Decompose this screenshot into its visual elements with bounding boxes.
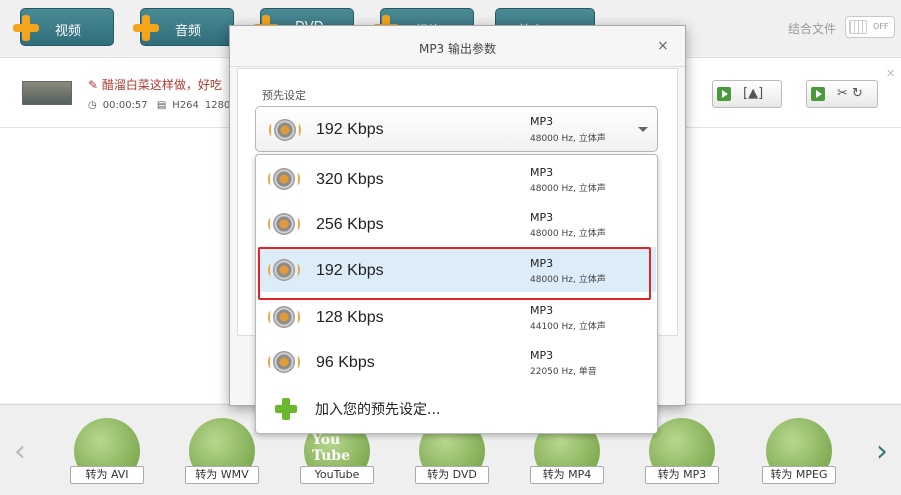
preset-option-320[interactable]: 320 Kbps MP3 48000 Hz, 立体声 xyxy=(257,157,656,202)
option-bitrate: 192 Kbps xyxy=(316,262,384,279)
add-audio-button[interactable]: 音频 xyxy=(133,8,234,46)
preset-option-192[interactable]: 192 Kbps MP3 48000 Hz, 立体声 xyxy=(257,247,656,300)
toggle-state: OFF xyxy=(873,22,889,31)
option-bitrate: 320 Kbps xyxy=(316,171,384,188)
option-bitrate: 96 Kbps xyxy=(316,354,375,371)
preset-option-96[interactable]: 96 Kbps MP3 22050 Hz, 单音 xyxy=(257,340,656,385)
convert-dvd-label: 转为 DVD xyxy=(415,466,489,484)
clock-icon: ◷ xyxy=(88,100,97,111)
speaker-icon xyxy=(268,259,300,281)
toggle-grip xyxy=(849,20,867,34)
convert-avi-button[interactable]: 转为 AVI xyxy=(70,418,146,486)
preset-option-256[interactable]: 256 Kbps MP3 48000 Hz, 立体声 xyxy=(257,202,656,247)
option-sample-rate: 48000 Hz, 立体声 xyxy=(530,275,606,285)
dialog-title: MP3 输出参数 xyxy=(418,42,497,56)
file-title[interactable]: ✎ 醋溜白菜这样做，好吃 xyxy=(88,76,222,93)
dialog-divider xyxy=(230,66,685,67)
convert-wmv-label: 转为 WMV xyxy=(185,466,259,484)
plus-icon xyxy=(13,15,39,41)
scroll-right-arrow-icon[interactable]: › xyxy=(876,434,888,469)
convert-mpeg-button[interactable]: 转为 MPEG xyxy=(762,418,838,486)
chevron-down-icon xyxy=(638,127,648,132)
option-format: MP3 xyxy=(530,257,554,270)
scissors-icon: ✂ ↻ xyxy=(837,86,863,101)
option-sample-rate: 48000 Hz, 立体声 xyxy=(530,229,606,239)
youtube-logo-text: You Tube xyxy=(312,432,351,464)
option-bitrate: 256 Kbps xyxy=(316,216,384,233)
speaker-icon xyxy=(269,119,301,141)
scroll-left-arrow-icon[interactable]: ‹ xyxy=(14,434,26,469)
file-duration: 00:00:57 xyxy=(102,100,148,111)
option-sample-rate: 22050 Hz, 单音 xyxy=(530,367,597,377)
speaker-icon xyxy=(268,213,300,235)
convert-mp4-label: 转为 MP4 xyxy=(530,466,604,484)
add-video-button[interactable]: 视频 xyxy=(13,8,114,46)
edit-button[interactable]: ✂ ↻ xyxy=(806,80,878,108)
video-thumbnail xyxy=(22,81,72,105)
join-files-toggle[interactable]: OFF xyxy=(845,16,895,38)
speaker-icon xyxy=(268,306,300,328)
join-files-label: 结合文件 xyxy=(788,22,837,36)
convert-mp3-label: 转为 MP3 xyxy=(645,466,719,484)
option-sample-rate: 44100 Hz, 立体声 xyxy=(530,322,606,332)
speaker-icon xyxy=(268,351,300,373)
convert-mpeg-label: 转为 MPEG xyxy=(762,466,836,484)
add-video-label: 视频 xyxy=(55,24,82,39)
file-meta: ◷ 00:00:57 ▤ H264 1280x xyxy=(88,100,242,111)
file-name: 醋溜白菜这样做，好吃 xyxy=(101,78,222,92)
convert-avi-label: 转为 AVI xyxy=(70,466,144,484)
preset-list: 320 Kbps MP3 48000 Hz, 立体声 256 Kbps MP3 … xyxy=(255,154,658,434)
watermark-button[interactable]: [▲] xyxy=(712,80,782,108)
selected-sample-rate: 48000 Hz, 立体声 xyxy=(530,134,606,144)
selected-format: MP3 xyxy=(530,115,554,128)
preset-option-128[interactable]: 128 Kbps MP3 44100 Hz, 立体声 xyxy=(257,295,656,340)
option-format: MP3 xyxy=(530,211,554,224)
option-sample-rate: 48000 Hz, 立体声 xyxy=(530,184,606,194)
close-icon[interactable]: × xyxy=(657,38,669,54)
option-format: MP3 xyxy=(530,304,554,317)
film-icon: ▤ xyxy=(156,100,167,111)
add-preset-label: 加入您的预先设定... xyxy=(315,402,441,418)
speaker-icon xyxy=(268,168,300,190)
preset-label: 预先设定 xyxy=(262,89,306,102)
selected-bitrate: 192 Kbps xyxy=(316,121,384,138)
convert-wmv-button[interactable]: 转为 WMV xyxy=(185,418,261,486)
option-format: MP3 xyxy=(530,349,554,362)
add-audio-label: 音频 xyxy=(175,24,202,39)
watermark-icon: [▲] xyxy=(743,86,764,101)
remove-file-icon[interactable]: ✕ xyxy=(886,67,895,80)
file-codec: H264 xyxy=(172,100,199,111)
add-preset-option[interactable]: 加入您的预先设定... xyxy=(257,385,656,430)
play-icon xyxy=(717,87,731,101)
option-bitrate: 128 Kbps xyxy=(316,309,384,326)
plus-icon xyxy=(133,15,159,41)
play-icon xyxy=(811,87,825,101)
preset-dropdown[interactable]: 192 Kbps MP3 48000 Hz, 立体声 xyxy=(255,106,658,152)
plus-icon xyxy=(275,398,297,420)
option-format: MP3 xyxy=(530,166,554,179)
convert-youtube-label: YouTube xyxy=(300,466,374,484)
